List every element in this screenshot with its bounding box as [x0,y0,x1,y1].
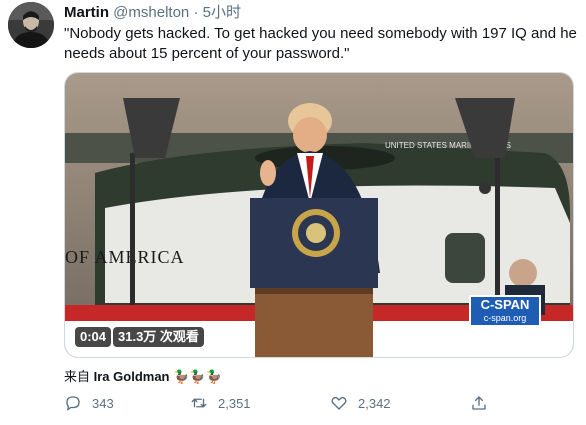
credit-emoji: 🦆🦆🦆 [173,369,222,384]
like-count: 2,342 [358,395,391,411]
video-view-count: 31.3万 次观看 [113,327,204,347]
retweet-count: 2,351 [218,395,251,411]
reply-button[interactable]: 343 [64,392,114,414]
cspan-logo-text: C-SPAN [480,297,530,312]
cspan-logo: C-SPAN c-span.org [469,295,541,327]
author-name[interactable]: Martin [64,4,109,21]
credit-name[interactable]: Ira Goldman [94,369,170,384]
share-button[interactable] [470,392,498,414]
reply-count: 343 [92,395,114,411]
credit-prefix: 来自 [64,369,91,384]
video-player[interactable]: UNITED STATES MARINE CORPS OF AMERICA C-… [64,72,574,358]
retweet-button[interactable]: 2,351 [190,392,251,414]
author-handle[interactable]: @mshelton [113,4,189,21]
retweet-icon [191,398,207,408]
tweet-header: Martin @mshelton · 5小时 [64,4,241,22]
share-icon [472,396,486,410]
tweet-actions: 343 2,351 2,342 [0,392,586,416]
tweet[interactable]: Martin @mshelton · 5小时 "Nobody gets hack… [0,0,586,425]
like-button[interactable]: 2,342 [330,392,391,414]
tweet-text: "Nobody gets hacked. To get hacked you n… [64,25,577,62]
separator-dot: · [193,4,199,21]
avatar-image [8,2,54,48]
video-credit: 来自 Ira Goldman 🦆🦆🦆 [64,366,222,385]
video-duration: 0:04 [75,327,112,347]
reply-icon [66,396,80,411]
avatar[interactable] [8,2,54,48]
tweet-time[interactable]: 5小时 [203,4,241,21]
cspan-url: c-span.org [483,313,527,323]
heart-icon [331,396,347,410]
background-sign: OF AMERICA [65,247,185,267]
